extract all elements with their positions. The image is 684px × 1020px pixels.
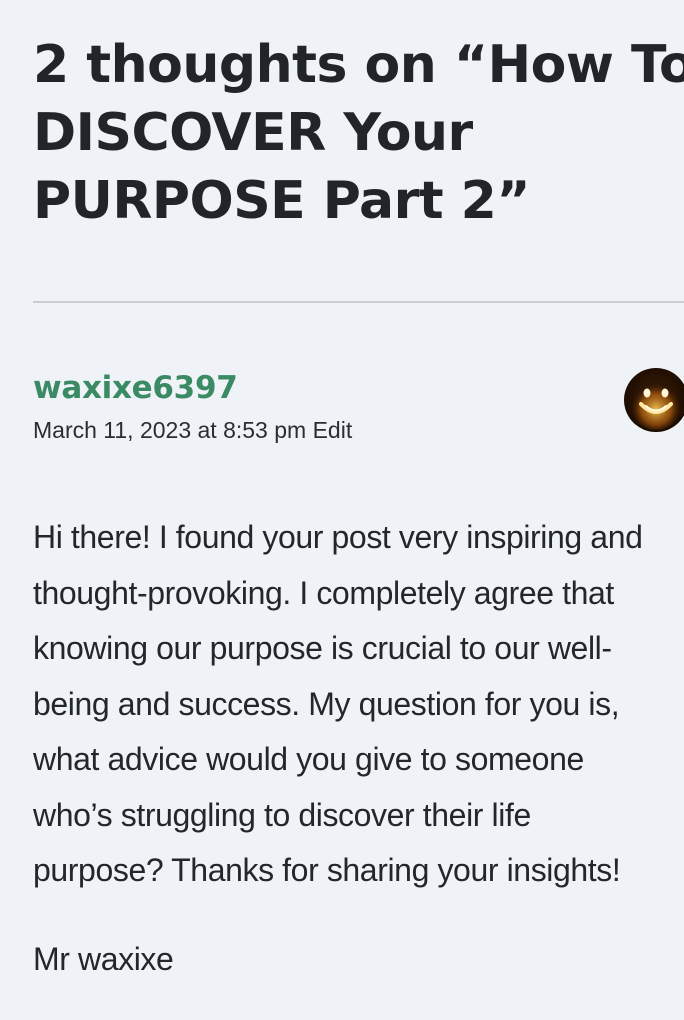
comment-body-line: being and success. My question for you i… [33, 685, 620, 722]
comment-signature: Mr waxixe [33, 941, 174, 977]
comments-page: 2 thoughts on “How To DISCOVER Your PURP… [0, 0, 684, 1020]
comments-title: 2 thoughts on “How To DISCOVER Your PURP… [33, 31, 684, 235]
section-divider [33, 301, 684, 303]
avatar-face-icon [630, 378, 682, 430]
comment-body-line: who’s struggling to discover their life [33, 796, 531, 833]
comment-body-line: Hi there! I found your post very inspiri… [33, 519, 643, 555]
comment-author-link[interactable]: waxixe6397 [33, 366, 238, 410]
comment-edit-link[interactable]: Edit [313, 417, 353, 443]
comments-title-line: 2 thoughts on “How To [33, 35, 684, 95]
comment-body-line: what advice would you give to someone [33, 741, 584, 777]
comment-body: Hi there! I found your post very inspiri… [33, 510, 684, 899]
comment-body-line: purpose? Thanks for sharing your insight… [33, 852, 621, 888]
comments-title-line: DISCOVER Your [33, 103, 473, 163]
glowing-smiley-avatar-icon [624, 368, 684, 432]
comments-title-line: PURPOSE Part 2” [33, 171, 531, 231]
comment-meta: March 11, 2023 at 8:53 pm Edit [33, 415, 352, 445]
comment-date-link[interactable]: March 11, 2023 at 8:53 pm [33, 417, 306, 443]
comment-body-line: knowing our purpose is crucial to our we… [33, 630, 612, 666]
comment-body-line: thought-provoking. I completely agree th… [33, 574, 614, 611]
